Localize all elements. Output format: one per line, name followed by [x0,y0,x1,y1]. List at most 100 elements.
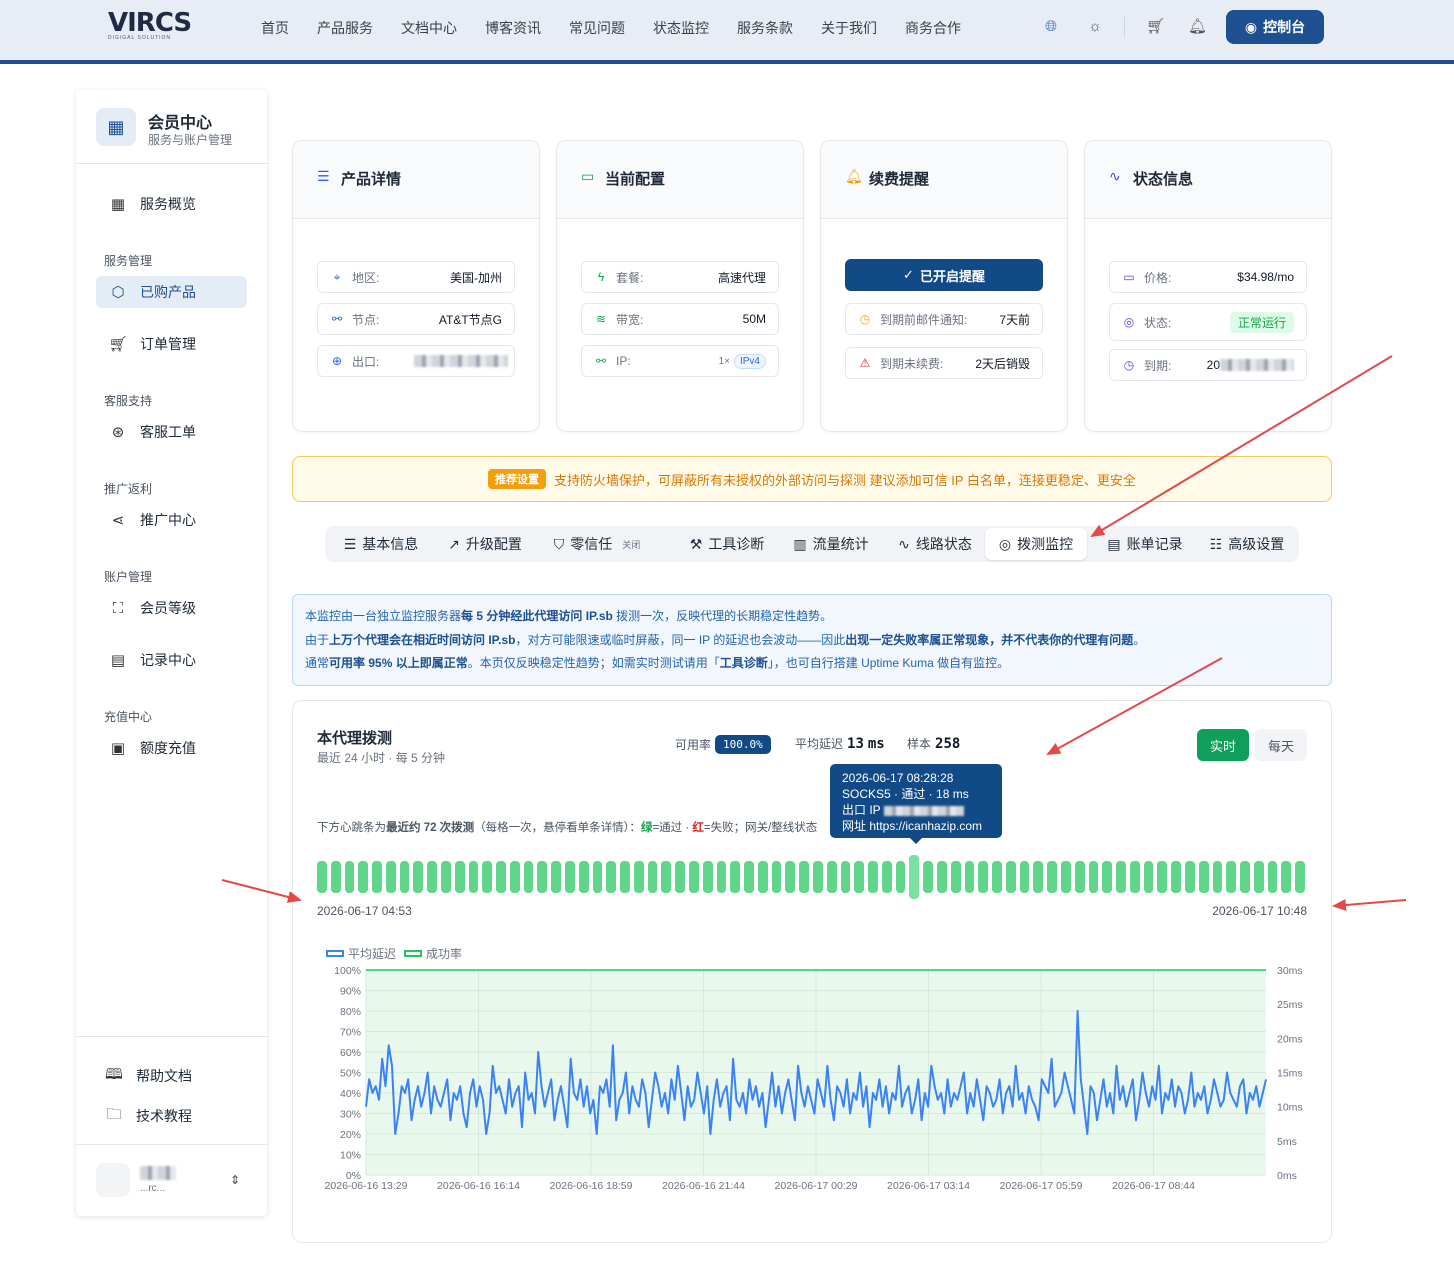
nav-link[interactable]: 常见问题 [569,18,625,38]
heartbeat-cell[interactable] [771,861,782,893]
heartbeat-cell[interactable] [950,861,961,893]
heartbeat-cell[interactable] [799,861,809,893]
globe-icon[interactable]: 🌐︎ [1042,18,1060,36]
heartbeat-cell[interactable] [840,861,851,893]
heartbeat-cell[interactable] [1295,861,1305,893]
heartbeat-cell[interactable] [1019,861,1030,893]
tab-sliders[interactable]: ☷ 高级设置 [1199,528,1295,560]
nav-link[interactable]: 文档中心 [401,18,457,38]
heartbeat-cell[interactable] [647,861,658,893]
sidebar-item-records[interactable]: ▤ 记录中心 [96,644,247,676]
heartbeat-cell[interactable] [716,861,727,893]
heartbeat-cell[interactable] [427,861,437,893]
heartbeat-cell[interactable] [854,861,865,893]
theme-toggle-icon[interactable]: ☼ [1086,18,1104,36]
heartbeat-cell[interactable] [633,861,644,893]
heartbeat-cell[interactable] [1116,861,1126,893]
heartbeat-cell[interactable] [1198,861,1209,893]
heartbeat-cell[interactable] [1171,861,1181,893]
heartbeat-cell[interactable] [661,861,672,893]
heartbeat-cell[interactable] [399,861,410,893]
heartbeat-cell[interactable] [1212,861,1223,893]
heartbeat-cell[interactable] [606,861,617,893]
heartbeat-cell[interactable] [537,861,548,893]
tab-receipt[interactable]: ▤ 账单记录 [1097,528,1193,560]
sidebar-item-products[interactable]: ⬡ 已购产品 [96,276,247,308]
heartbeat-cell[interactable] [923,861,933,893]
sidebar-item-affiliate[interactable]: ⋖ 推广中心 [96,504,247,536]
heartbeat-cell[interactable] [482,861,493,893]
heartbeat-cell[interactable] [372,861,382,893]
heartbeat-cell[interactable] [441,861,451,893]
heartbeat-cell[interactable] [868,861,878,893]
cart-icon[interactable]: 🛒︎ [1146,18,1165,36]
heartbeat-cell[interactable] [964,861,975,893]
heartbeat-cell[interactable] [1281,861,1292,893]
heartbeat-cell[interactable] [468,861,479,893]
nav-link[interactable]: 状态监控 [653,18,709,38]
heartbeat-cell[interactable] [1102,861,1113,893]
heartbeat-cell[interactable] [1226,861,1237,893]
daily-button[interactable]: 每天 [1255,729,1307,761]
heartbeat-cell[interactable] [689,861,699,893]
heartbeat-cell[interactable] [496,861,506,893]
sidebar-item-topup[interactable]: ▣ 额度充值 [96,732,247,764]
heartbeat-cell[interactable] [813,861,823,893]
sidebar-item-help[interactable]: 🕮 帮助文档 [96,1060,247,1092]
heartbeat-cell[interactable] [1005,861,1016,893]
brand-logo[interactable]: VIRCS DIGIGAL SOLUTION [108,8,208,44]
sidebar-item-membership[interactable]: ⛶ 会员等级 [96,592,247,624]
nav-link[interactable]: 关于我们 [821,18,877,38]
tab-bar-chart[interactable]: ▥ 流量统计 [783,528,879,560]
heartbeat-cell[interactable] [1088,861,1099,893]
sidebar-item-tutorials[interactable]: 🗀 技术教程 [96,1100,247,1132]
nav-link[interactable]: 服务条款 [737,18,793,38]
heartbeat-cell[interactable] [702,861,713,893]
heartbeat-cell[interactable] [358,861,369,893]
heartbeat-cell[interactable] [978,861,989,893]
heartbeat-cell[interactable] [1061,861,1071,893]
heartbeat-cell[interactable] [592,861,603,893]
heartbeat-cell[interactable] [1047,861,1057,893]
heartbeat-cell[interactable] [1129,861,1140,893]
nav-link[interactable]: 首页 [261,18,289,38]
heartbeat-cell[interactable] [385,861,396,893]
heartbeat-cell[interactable] [578,861,589,893]
sidebar-item-orders[interactable]: 🛒︎ 订单管理 [96,328,247,360]
heartbeat-cell[interactable] [523,861,534,893]
heartbeat-cell[interactable] [413,861,424,893]
heartbeat-cell[interactable] [1240,861,1250,893]
heartbeat-cell[interactable] [565,861,575,893]
reminder-enabled-button[interactable]: ✓ 已开启提醒 [845,259,1043,291]
realtime-button[interactable]: 实时 [1197,729,1249,761]
heartbeat-cell[interactable] [1267,861,1278,893]
nav-link[interactable]: 商务合作 [905,18,961,38]
heartbeat-cell[interactable] [551,861,561,893]
tab-radar[interactable]: ◎ 拨测监控 [985,528,1087,560]
nav-link[interactable]: 博客资讯 [485,18,541,38]
heartbeat-cell[interactable] [620,861,630,893]
tab-wrench[interactable]: ⚒ 工具诊断 [679,528,775,560]
user-switcher[interactable]: ...rc... ⇕ [96,1162,248,1198]
heartbeat-cell[interactable] [744,861,754,893]
heartbeat-cell[interactable] [1143,861,1154,893]
heartbeat-cell[interactable] [992,861,1002,893]
heartbeat-cell[interactable] [509,861,520,893]
heartbeat-cell[interactable] [344,861,355,893]
recommend-notice[interactable]: 推荐设置 支持防火墙保护，可屏蔽所有未授权的外部访问与探测 建议添加可信 IP … [292,456,1332,502]
heartbeat-cell[interactable] [1157,861,1168,893]
heartbeat-cell[interactable] [330,861,341,893]
tab-trend[interactable]: ↗ 升级配置 [437,528,533,560]
heartbeat-cell[interactable] [785,861,796,893]
heartbeat-cell[interactable] [937,861,947,893]
heartbeat-cell[interactable] [730,861,741,893]
heartbeat-cell[interactable] [1033,861,1044,893]
heartbeat-cell[interactable] [826,861,837,893]
heartbeat-cell[interactable] [675,861,685,893]
heartbeat-cell[interactable] [881,861,892,893]
heartbeat-cell[interactable] [454,861,465,893]
tab-shield[interactable]: ⛉ 零信任 关闭 [541,528,653,560]
nav-link[interactable]: 产品服务 [317,18,373,38]
sidebar-item-tickets[interactable]: ⊛ 客服工单 [96,416,247,448]
bell-icon[interactable]: 🔔︎ [1188,18,1207,36]
